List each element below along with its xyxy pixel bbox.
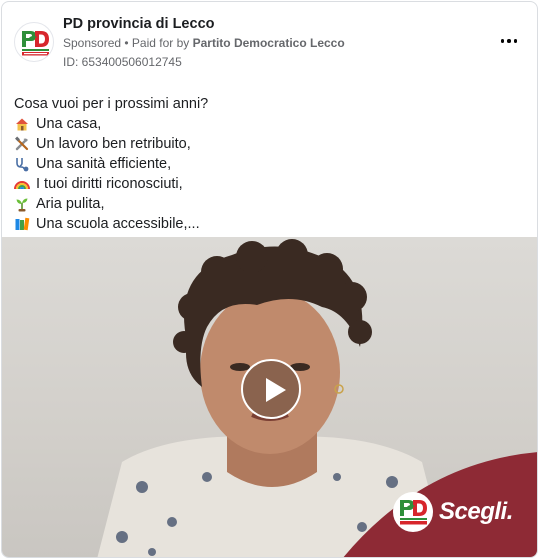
brand-logo — [393, 492, 433, 532]
pd-logo-icon — [400, 500, 427, 525]
tools-emoji — [15, 136, 29, 151]
payer-link[interactable]: Partito Democratico Lecco — [193, 36, 345, 50]
post-line: Una casa, — [14, 114, 524, 134]
stethoscope-emoji — [16, 158, 29, 172]
post-line: Una sanità efficiente, — [14, 154, 524, 174]
play-button[interactable] — [241, 359, 301, 419]
separator: • — [121, 36, 132, 50]
post-line: I tuoi diritti riconosciuti, — [14, 174, 524, 194]
post-line-intro: Cosa vuoi per i prossimi anni? — [14, 96, 209, 112]
page-name[interactable]: PD provincia di Lecco — [63, 16, 215, 32]
ad-card: PD provincia di Lecco Sponsored • Paid f… — [1, 1, 538, 558]
brand-slogan: Scegli. — [439, 498, 513, 525]
rainbow-emoji — [14, 181, 30, 190]
post-line: Un lavoro ben retribuito, — [14, 134, 524, 154]
sponsored-label: Sponsored — [63, 36, 122, 50]
sponsor-line: Sponsored • Paid for by Partito Democrat… — [63, 36, 345, 50]
more-options-button[interactable] — [495, 30, 523, 52]
post-line: Una scuola accessibile,... — [14, 214, 524, 234]
books-emoji — [15, 217, 30, 231]
ad-id: ID: 653400506012745 — [63, 55, 182, 69]
house-emoji — [16, 118, 28, 131]
post-text: Cosa vuoi per i prossimi anni? Una casa,… — [14, 94, 524, 234]
ellipsis-icon — [500, 39, 518, 43]
video-player[interactable]: Scegli. — [2, 237, 537, 557]
post-line: Aria pulita, — [14, 194, 524, 214]
paid-for-label: Paid for by — [131, 36, 193, 50]
pd-logo-icon — [22, 31, 49, 56]
page-avatar[interactable] — [14, 22, 54, 62]
seedling-emoji — [16, 198, 28, 212]
